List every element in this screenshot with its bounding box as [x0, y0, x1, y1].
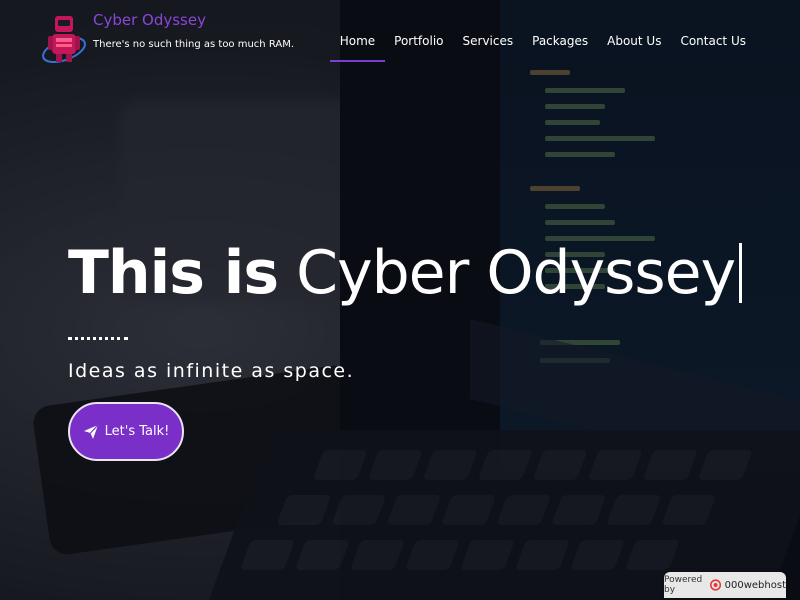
lets-talk-button[interactable]: Let's Talk!: [68, 402, 184, 461]
powered-by-text: Powered by: [664, 575, 703, 595]
lets-talk-label: Let's Talk!: [104, 424, 170, 439]
nav-item-home[interactable]: Home: [329, 34, 386, 62]
hero-subtitle: Ideas as infinite as space.: [68, 360, 355, 382]
nav-item-about-us[interactable]: About Us: [601, 34, 667, 48]
hero-title-bold: This is: [68, 238, 279, 308]
nav-item-portfolio[interactable]: Portfolio: [388, 34, 449, 48]
nav-item-contact-us[interactable]: Contact Us: [674, 34, 752, 48]
brand-title[interactable]: Cyber Odyssey: [93, 11, 206, 29]
paper-plane-icon: [83, 424, 99, 439]
nav-item-packages[interactable]: Packages: [526, 34, 594, 48]
hero-title: This is Cyber Odyssey: [68, 238, 743, 308]
nav-item-services[interactable]: Services: [457, 34, 520, 48]
hero-title-light: Cyber Odyssey: [296, 238, 736, 308]
powered-by-badge[interactable]: Powered by 000webhost: [664, 572, 786, 598]
main-navigation: Home Portfolio Services Packages About U…: [327, 34, 752, 62]
cyber-odyssey-logo-icon[interactable]: [40, 10, 88, 68]
host-brand: 000webhost: [724, 579, 786, 591]
brand-tagline: There's no such thing as too much RAM.: [93, 39, 295, 50]
000webhost-logo-icon: [709, 579, 721, 591]
dotted-divider: [68, 334, 128, 340]
site-header: Cyber Odyssey There's no such thing as t…: [0, 0, 800, 80]
typing-cursor: [739, 243, 743, 303]
